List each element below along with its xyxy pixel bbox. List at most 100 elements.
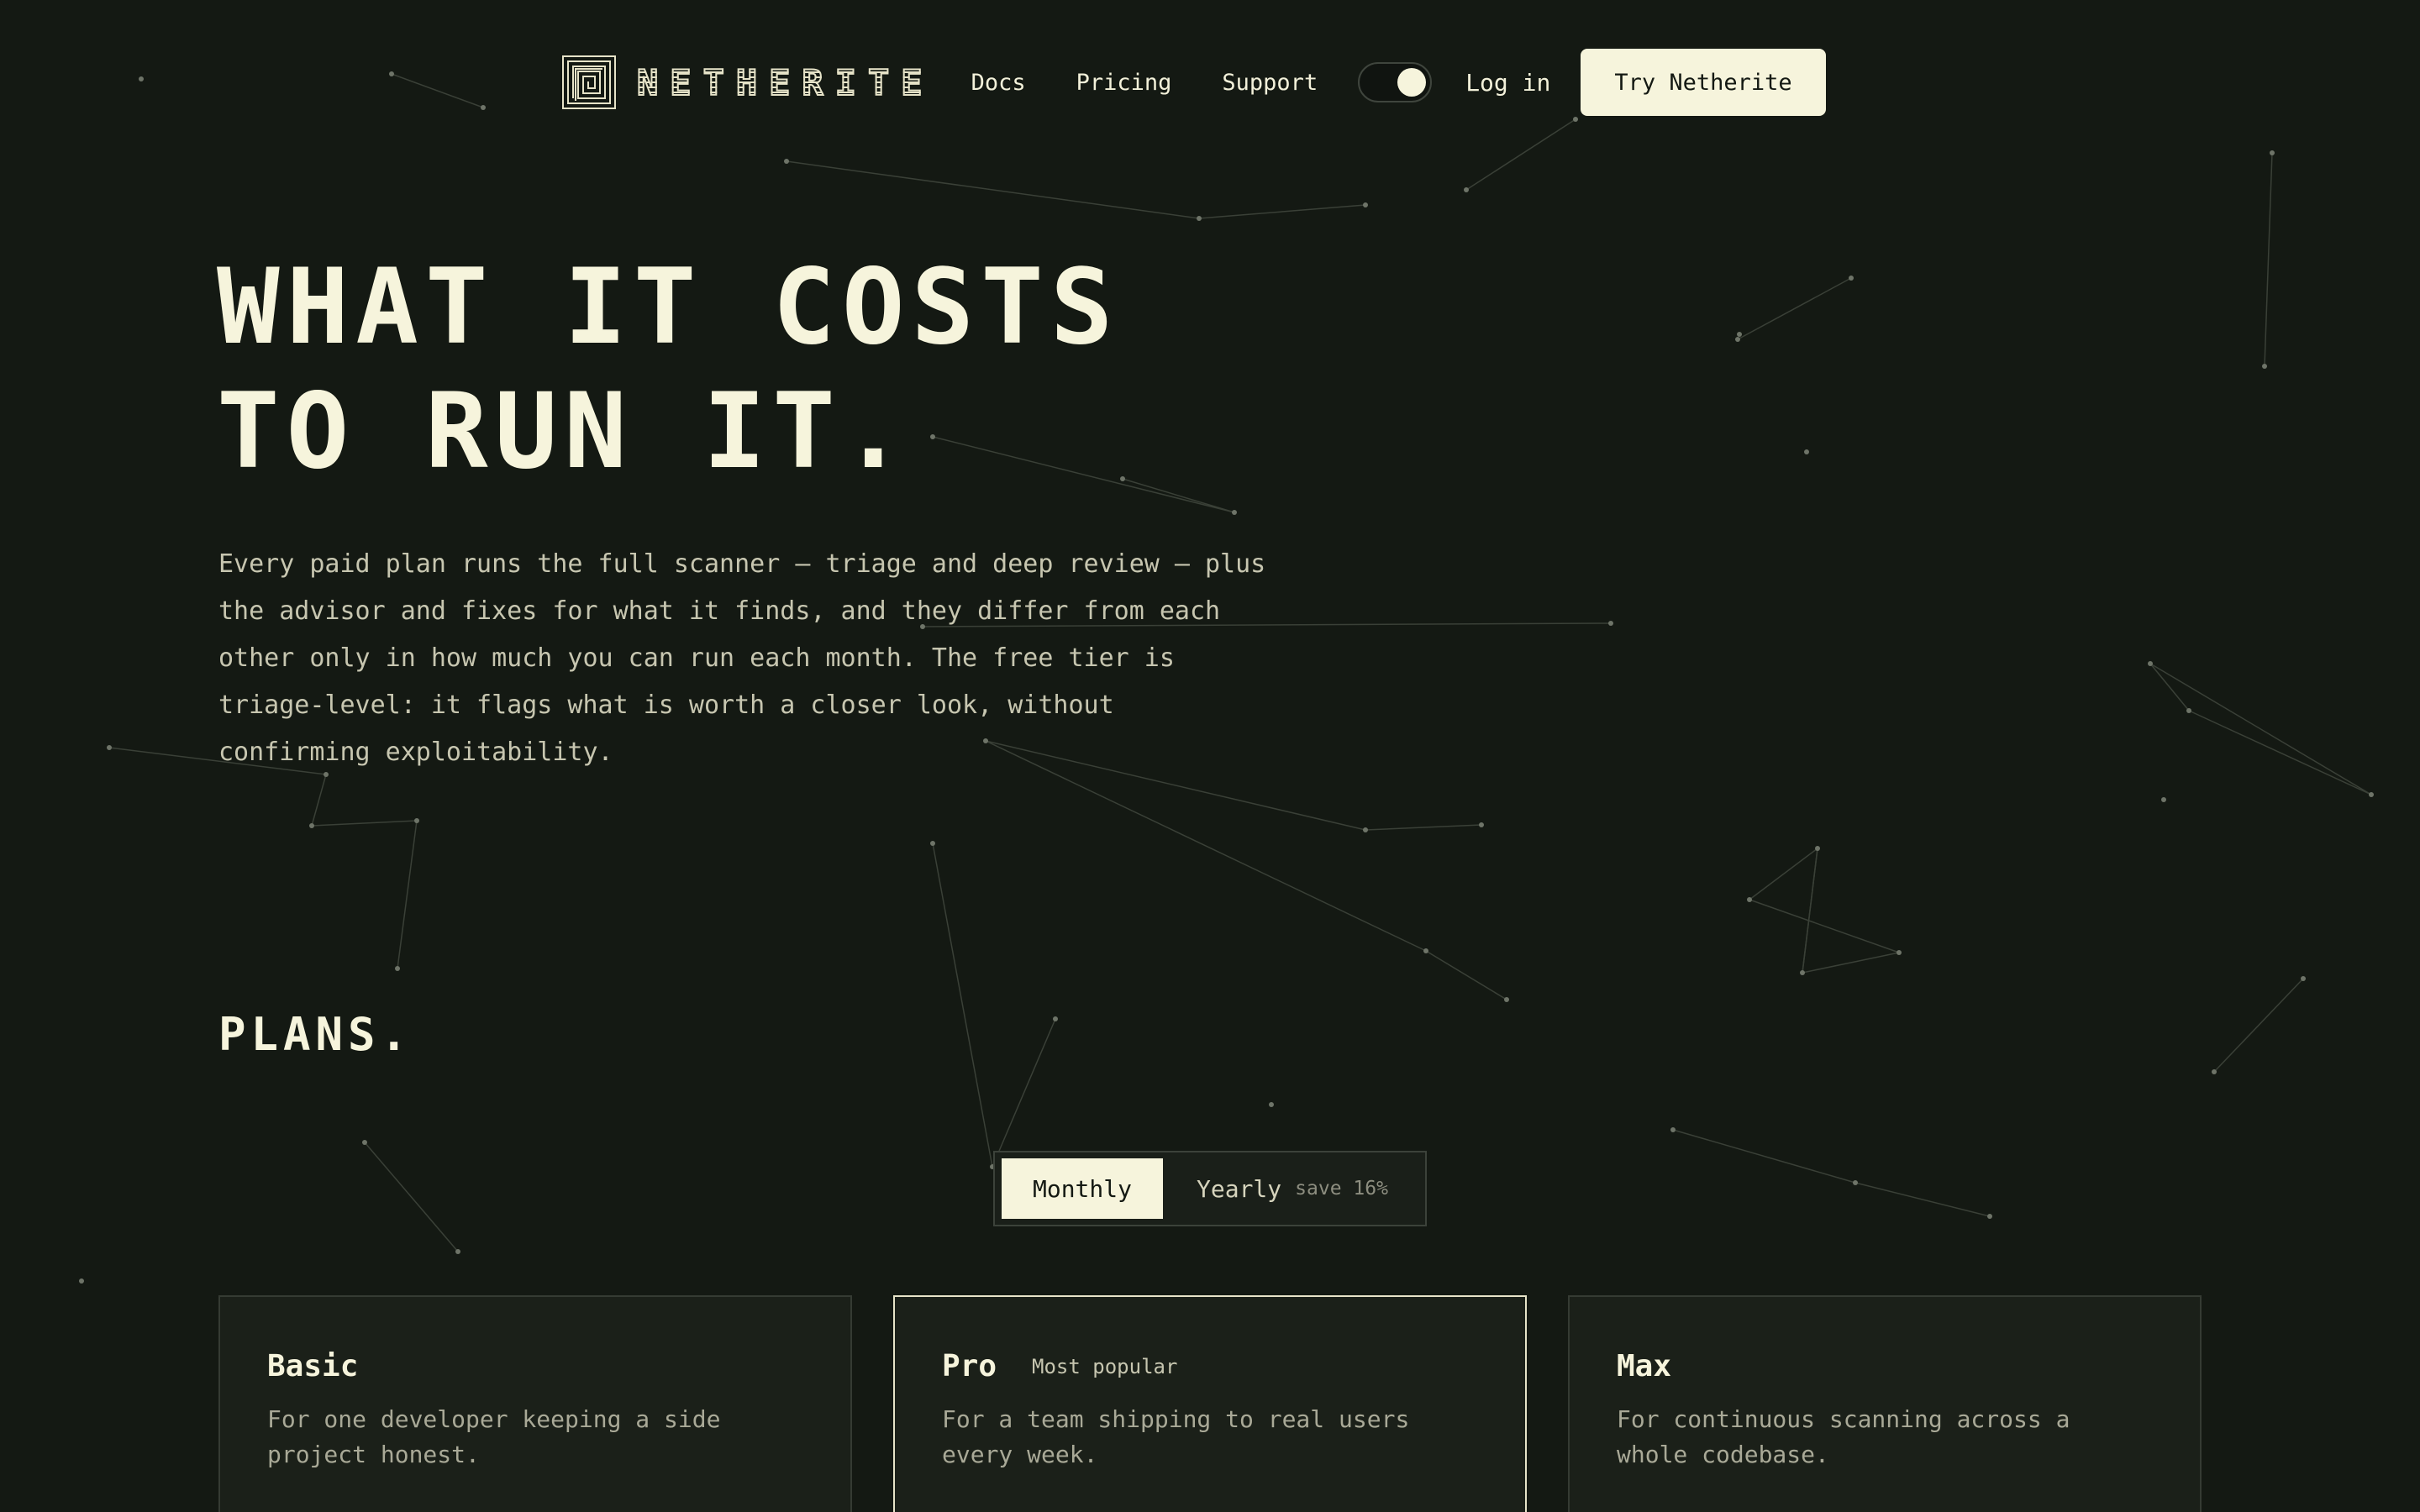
- star-link: [1122, 478, 1235, 513]
- star-dot: [2186, 708, 2191, 713]
- star-dot: [309, 823, 314, 828]
- billing-period-switch: Monthly Yearly save 16%: [993, 1151, 1427, 1226]
- star-dot: [1269, 1102, 1274, 1107]
- nav-link-pricing[interactable]: Pricing: [1076, 70, 1172, 96]
- nav-links: Docs Pricing Support: [971, 70, 1318, 96]
- star-link: [2149, 663, 2190, 711]
- login-link[interactable]: Log in: [1465, 69, 1550, 97]
- star-dot: [930, 841, 935, 846]
- plan-name: Max: [1617, 1349, 1672, 1383]
- hero-title: WHAT IT COSTS TO RUN IT.: [217, 245, 1120, 494]
- star-dot: [1423, 948, 1428, 953]
- star-dot: [107, 745, 112, 750]
- billing-yearly-option[interactable]: Yearly save 16%: [1163, 1158, 1388, 1219]
- top-navigation: NETHERITE Docs Pricing Support Log in Tr…: [561, 49, 1872, 116]
- yearly-savings-badge: save 16%: [1295, 1178, 1388, 1200]
- star-dot: [1232, 510, 1237, 515]
- plan-card-header: Max: [1617, 1349, 2153, 1383]
- star-dot: [1735, 337, 1740, 342]
- star-dot: [414, 818, 419, 823]
- star-dot: [2270, 150, 2275, 155]
- star-dot: [1737, 332, 1742, 337]
- billing-yearly-label: Yearly: [1197, 1174, 1282, 1203]
- brand-name: NETHERITE: [636, 61, 934, 104]
- try-netherite-button[interactable]: Try Netherite: [1581, 49, 1826, 116]
- star-dot: [2369, 792, 2374, 797]
- star-dot: [1849, 276, 1854, 281]
- star-dot: [1573, 117, 1578, 122]
- star-link: [932, 843, 993, 1168]
- plan-card-pro[interactable]: Pro Most popular For a team shipping to …: [893, 1295, 1527, 1512]
- star-dot: [2212, 1069, 2217, 1074]
- star-link: [311, 774, 327, 827]
- brand-logo[interactable]: NETHERITE: [561, 49, 934, 116]
- nav-link-docs[interactable]: Docs: [971, 70, 1026, 96]
- plan-name: Basic: [267, 1349, 359, 1383]
- plan-description: For one developer keeping a side project…: [267, 1405, 721, 1468]
- star-link: [2264, 152, 2273, 367]
- star-link: [1465, 118, 1576, 191]
- star-dot: [2148, 661, 2153, 666]
- star-link: [311, 820, 418, 827]
- star-dot: [1197, 216, 1202, 221]
- plan-card-header: Basic: [267, 1349, 803, 1383]
- star-dot: [1804, 449, 1809, 454]
- plans-heading: PLANS.: [218, 1008, 413, 1061]
- star-dot: [1504, 997, 1509, 1002]
- star-dot: [1120, 476, 1125, 481]
- star-dot: [455, 1249, 460, 1254]
- star-dot: [1815, 846, 1820, 851]
- star-dot: [79, 1278, 84, 1284]
- star-dot: [1853, 1180, 1858, 1185]
- star-dot: [362, 1140, 367, 1145]
- star-link: [397, 820, 418, 969]
- hero-title-line-2: TO RUN IT.: [217, 371, 912, 492]
- star-dot: [2161, 797, 2166, 802]
- star-dot: [1747, 897, 1752, 902]
- plan-card-header: Pro Most popular: [942, 1349, 1478, 1383]
- star-dot: [1464, 187, 1469, 192]
- star-dot: [389, 71, 394, 76]
- star-dot: [1608, 621, 1613, 626]
- star-link: [1672, 1129, 1856, 1184]
- star-link: [786, 160, 1200, 219]
- star-link: [1425, 950, 1507, 1000]
- star-link: [1737, 277, 1852, 340]
- hero-description: Every paid plan runs the full scanner — …: [218, 549, 1266, 767]
- theme-toggle[interactable]: [1358, 62, 1433, 102]
- star-dot: [481, 105, 486, 110]
- star-link: [1365, 824, 1482, 831]
- star-link: [1749, 899, 1900, 953]
- star-dot: [2301, 976, 2306, 981]
- star-link: [391, 73, 484, 108]
- billing-monthly-option[interactable]: Monthly: [1002, 1158, 1163, 1219]
- most-popular-badge: Most popular: [1032, 1354, 1178, 1378]
- plan-description: For a team shipping to real users every …: [942, 1405, 1410, 1468]
- star-link: [1802, 848, 1818, 974]
- plan-name: Pro: [942, 1349, 997, 1383]
- star-link: [364, 1142, 459, 1252]
- star-dot: [1987, 1214, 1992, 1219]
- star-dot: [395, 966, 400, 971]
- plan-description: For continuous scanning across a whole c…: [1617, 1405, 2070, 1468]
- star-link: [2213, 978, 2304, 1073]
- star-dot: [2262, 364, 2267, 369]
- star-link: [992, 1018, 1056, 1168]
- hero-title-line-1: WHAT IT COSTS: [217, 247, 1120, 368]
- star-dot: [1479, 822, 1484, 827]
- star-dot: [784, 159, 789, 164]
- star-dot: [1053, 1016, 1058, 1021]
- star-link: [1749, 848, 1818, 900]
- star-dot: [1800, 970, 1805, 975]
- star-link: [2188, 710, 2372, 795]
- star-dot: [1363, 202, 1368, 207]
- plan-cards: Basic For one developer keeping a side p…: [218, 1295, 2202, 1512]
- star-link: [2149, 663, 2372, 795]
- theme-toggle-icon: [1397, 68, 1427, 97]
- star-dot: [1363, 827, 1368, 832]
- star-dot: [139, 76, 144, 81]
- nav-link-support[interactable]: Support: [1222, 70, 1318, 96]
- plan-card-max[interactable]: Max For continuous scanning across a who…: [1568, 1295, 2202, 1512]
- star-link: [1198, 204, 1366, 219]
- plan-card-basic[interactable]: Basic For one developer keeping a side p…: [218, 1295, 852, 1512]
